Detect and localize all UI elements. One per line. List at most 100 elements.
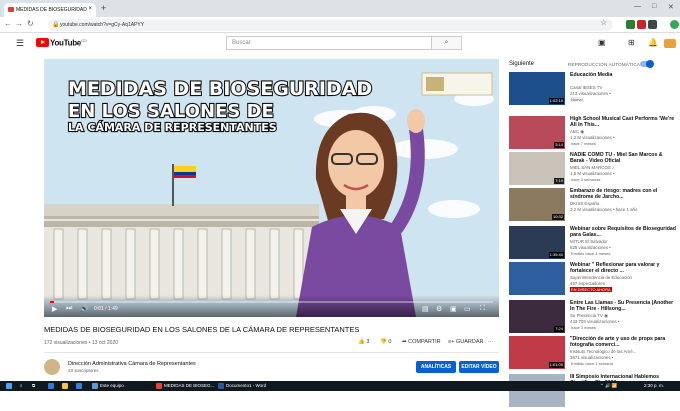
player-controls: ▶ ⏭ 🔊 0:01 / 1:49 ▤ ⚙ ▣ ▭ ⛶: [44, 303, 499, 317]
video-player[interactable]: MEDIDAS DE BIOSEGURIDAD EN LOS SALONES D…: [44, 59, 499, 317]
word-icon[interactable]: [218, 383, 224, 389]
share-icon: ➦: [402, 339, 407, 345]
new-tab-button[interactable]: +: [101, 3, 106, 13]
taskbar-item-this-pc[interactable]: Este equipo: [100, 383, 124, 388]
chrome-icon[interactable]: [156, 383, 162, 389]
recommendation-title[interactable]: NADIE COMO TU - Miel San Marcos & Barak …: [570, 152, 677, 164]
up-next-heading: Siguiente: [509, 61, 535, 67]
volume-icon[interactable]: 🔊: [80, 305, 89, 313]
recommendation-thumbnail[interactable]: 7:19: [509, 152, 565, 185]
theater-mode-icon[interactable]: ▭: [464, 305, 471, 313]
channel-name[interactable]: Dirección Administrativa Cámara de Repre…: [68, 361, 196, 367]
recommendation-item[interactable]: 7:24 Entre Las Llamas - Su Presencia (Ano…: [509, 300, 677, 337]
playlist-add-icon: ≡+: [448, 339, 455, 345]
recommendation-thumbnail[interactable]: 1:01:05: [509, 336, 565, 369]
recommendation-thumbnail[interactable]: 1:35:40: [509, 226, 565, 259]
back-icon[interactable]: ←: [4, 19, 12, 28]
recommendation-title[interactable]: "Dirección de arte y uso de props para f…: [570, 336, 677, 348]
recommendation-title[interactable]: Webinar sobre Requisitos de Bioseguridad…: [570, 226, 677, 238]
windows-start-icon[interactable]: [6, 383, 12, 389]
maximize-icon[interactable]: □: [652, 3, 656, 10]
recommendation-thumbnail[interactable]: 7:24: [509, 300, 565, 333]
youtube-logo[interactable]: YouTubeCO: [50, 38, 87, 48]
channel-avatar[interactable]: [44, 359, 60, 375]
menu-icon[interactable]: ☰: [16, 38, 24, 49]
recommendation-item[interactable]: 1:35:40 Webinar sobre Requisitos de Biose…: [509, 226, 677, 263]
duration-badge: 7:19: [554, 178, 564, 184]
edge-icon[interactable]: [48, 383, 54, 389]
recommendation-item[interactable]: 1:01:05 "Dirección de arte y uso de props…: [509, 336, 677, 373]
extension-icon[interactable]: [637, 20, 646, 29]
dislike-button[interactable]: 👎 0: [380, 339, 391, 345]
recommendation-item[interactable]: 10:32 Embarazo de riesgo: madres con el s…: [509, 188, 677, 225]
recommendation-views: 1,5 M visualizaciones •: [570, 171, 615, 176]
this-pc-icon[interactable]: [92, 383, 98, 389]
extension-icon[interactable]: [626, 20, 635, 29]
browser-tab-bar: MEDIDAS DE BIOSEGURIDAD × + — □ ✕: [0, 0, 680, 17]
minimize-icon[interactable]: —: [634, 3, 641, 10]
url-input[interactable]: 🔒 youtube.com/watch?v=gCy-Aq1APYY: [48, 19, 613, 31]
like-button[interactable]: 👍 3: [358, 339, 369, 345]
recommendation-item[interactable]: 7:19 NADIE COMO TU - Miel San Marcos & Ba…: [509, 152, 677, 189]
search-icon[interactable]: ⌕: [20, 383, 23, 388]
recommendation-title[interactable]: Entre Las Llamas - Su Presencia (Another…: [570, 300, 677, 312]
recommendation-channel: MIEL SAN MARCOS ♪: [570, 165, 615, 170]
windows-taskbar: ⌕ ⧉ Este equipo MEDIDAS DE BIOSEG... Doc…: [0, 381, 680, 391]
fullscreen-icon[interactable]: ⛶: [480, 305, 485, 313]
autoplay-toggle[interactable]: [640, 60, 654, 68]
recommendation-thumbnail[interactable]: 10:32: [509, 188, 565, 221]
next-icon[interactable]: ⏭: [66, 305, 72, 313]
search-button[interactable]: ⌕: [432, 36, 462, 50]
taskbar-item-word[interactable]: Documento1 - Word: [226, 383, 266, 388]
share-button[interactable]: ➦ COMPARTIR: [402, 339, 441, 345]
recommendation-title[interactable]: Embarazo de riesgo: madres con el síndro…: [570, 188, 677, 200]
recommendation-views: 443.703 visualizaciones •: [570, 319, 620, 324]
file-explorer-icon[interactable]: [62, 383, 68, 389]
apps-icon[interactable]: ⊞: [628, 38, 635, 47]
notifications-icon[interactable]: 🔔: [648, 38, 658, 47]
subtitles-icon[interactable]: ▤: [422, 305, 429, 313]
tray-icons[interactable]: ⌃ 🔊 📶: [600, 383, 617, 389]
recommendation-item[interactable]: 1:02:15 Educación Media Canal IBSES TV 213 …: [509, 72, 677, 109]
recommendation-title[interactable]: Educación Media: [570, 72, 677, 84]
recommendation-views: 625 visualizaciones •: [570, 245, 611, 250]
task-view-icon[interactable]: ⧉: [32, 383, 35, 388]
tab-close-icon[interactable]: ×: [88, 6, 92, 12]
extensions-puzzle-icon[interactable]: [648, 20, 657, 29]
analytics-button[interactable]: ANALÍTICAS: [416, 361, 456, 373]
duration-badge: 1:35:40: [548, 252, 564, 258]
create-video-icon[interactable]: ▣: [598, 38, 606, 47]
browser-tab[interactable]: MEDIDAS DE BIOSEGURIDAD ×: [4, 3, 96, 17]
taskbar-item-chrome[interactable]: MEDIDAS DE BIOSEG...: [164, 383, 214, 388]
store-icon[interactable]: [76, 383, 82, 389]
duration-badge: 3:14: [554, 142, 564, 148]
edit-video-button[interactable]: EDITAR VÍDEO: [459, 361, 499, 373]
search-input[interactable]: Buscar: [226, 36, 432, 50]
recommendation-title[interactable]: Webinar " Reflexionar para valorar y for…: [570, 262, 677, 274]
recommendation-thumbnail[interactable]: [509, 262, 565, 295]
reload-icon[interactable]: ↻: [27, 19, 34, 28]
youtube-favicon-icon: [8, 7, 14, 12]
recommendation-date: Emitido hace 4 meses: [571, 251, 611, 256]
close-window-icon[interactable]: ✕: [668, 3, 674, 11]
profile-avatar[interactable]: [670, 20, 679, 29]
recommendation-title[interactable]: High School Musical Cast Performs 'We're…: [570, 116, 677, 128]
recommendation-thumbnail[interactable]: 1:02:15: [509, 72, 565, 105]
account-avatar[interactable]: [664, 39, 676, 48]
live-badge: EN DIRECTO AHORA: [570, 287, 612, 292]
youtube-logo-icon[interactable]: [36, 38, 49, 47]
bookmark-star-icon[interactable]: ☆: [600, 18, 607, 27]
recommendation-item[interactable]: 3:14 High School Musical Cast Performs 'W…: [509, 116, 677, 153]
settings-gear-icon[interactable]: ⚙: [436, 305, 442, 313]
recommendation-thumbnail[interactable]: 3:14: [509, 116, 565, 149]
play-icon[interactable]: ▶: [52, 305, 57, 313]
recommendation-views: 1,2 M visualizaciones •: [570, 135, 615, 140]
recommendation-item[interactable]: Webinar " Reflexionar para valorar y for…: [509, 262, 677, 299]
duration-badge: 7:24: [554, 326, 564, 332]
miniplayer-icon[interactable]: ▣: [450, 305, 457, 313]
divider: [44, 352, 499, 353]
more-actions-button[interactable]: ···: [488, 339, 494, 345]
forward-icon[interactable]: →: [15, 19, 23, 28]
save-button[interactable]: ≡+ GUARDAR: [448, 339, 483, 345]
recommendation-item[interactable]: III Simposio Internacional Hablemos Cien…: [509, 374, 677, 411]
